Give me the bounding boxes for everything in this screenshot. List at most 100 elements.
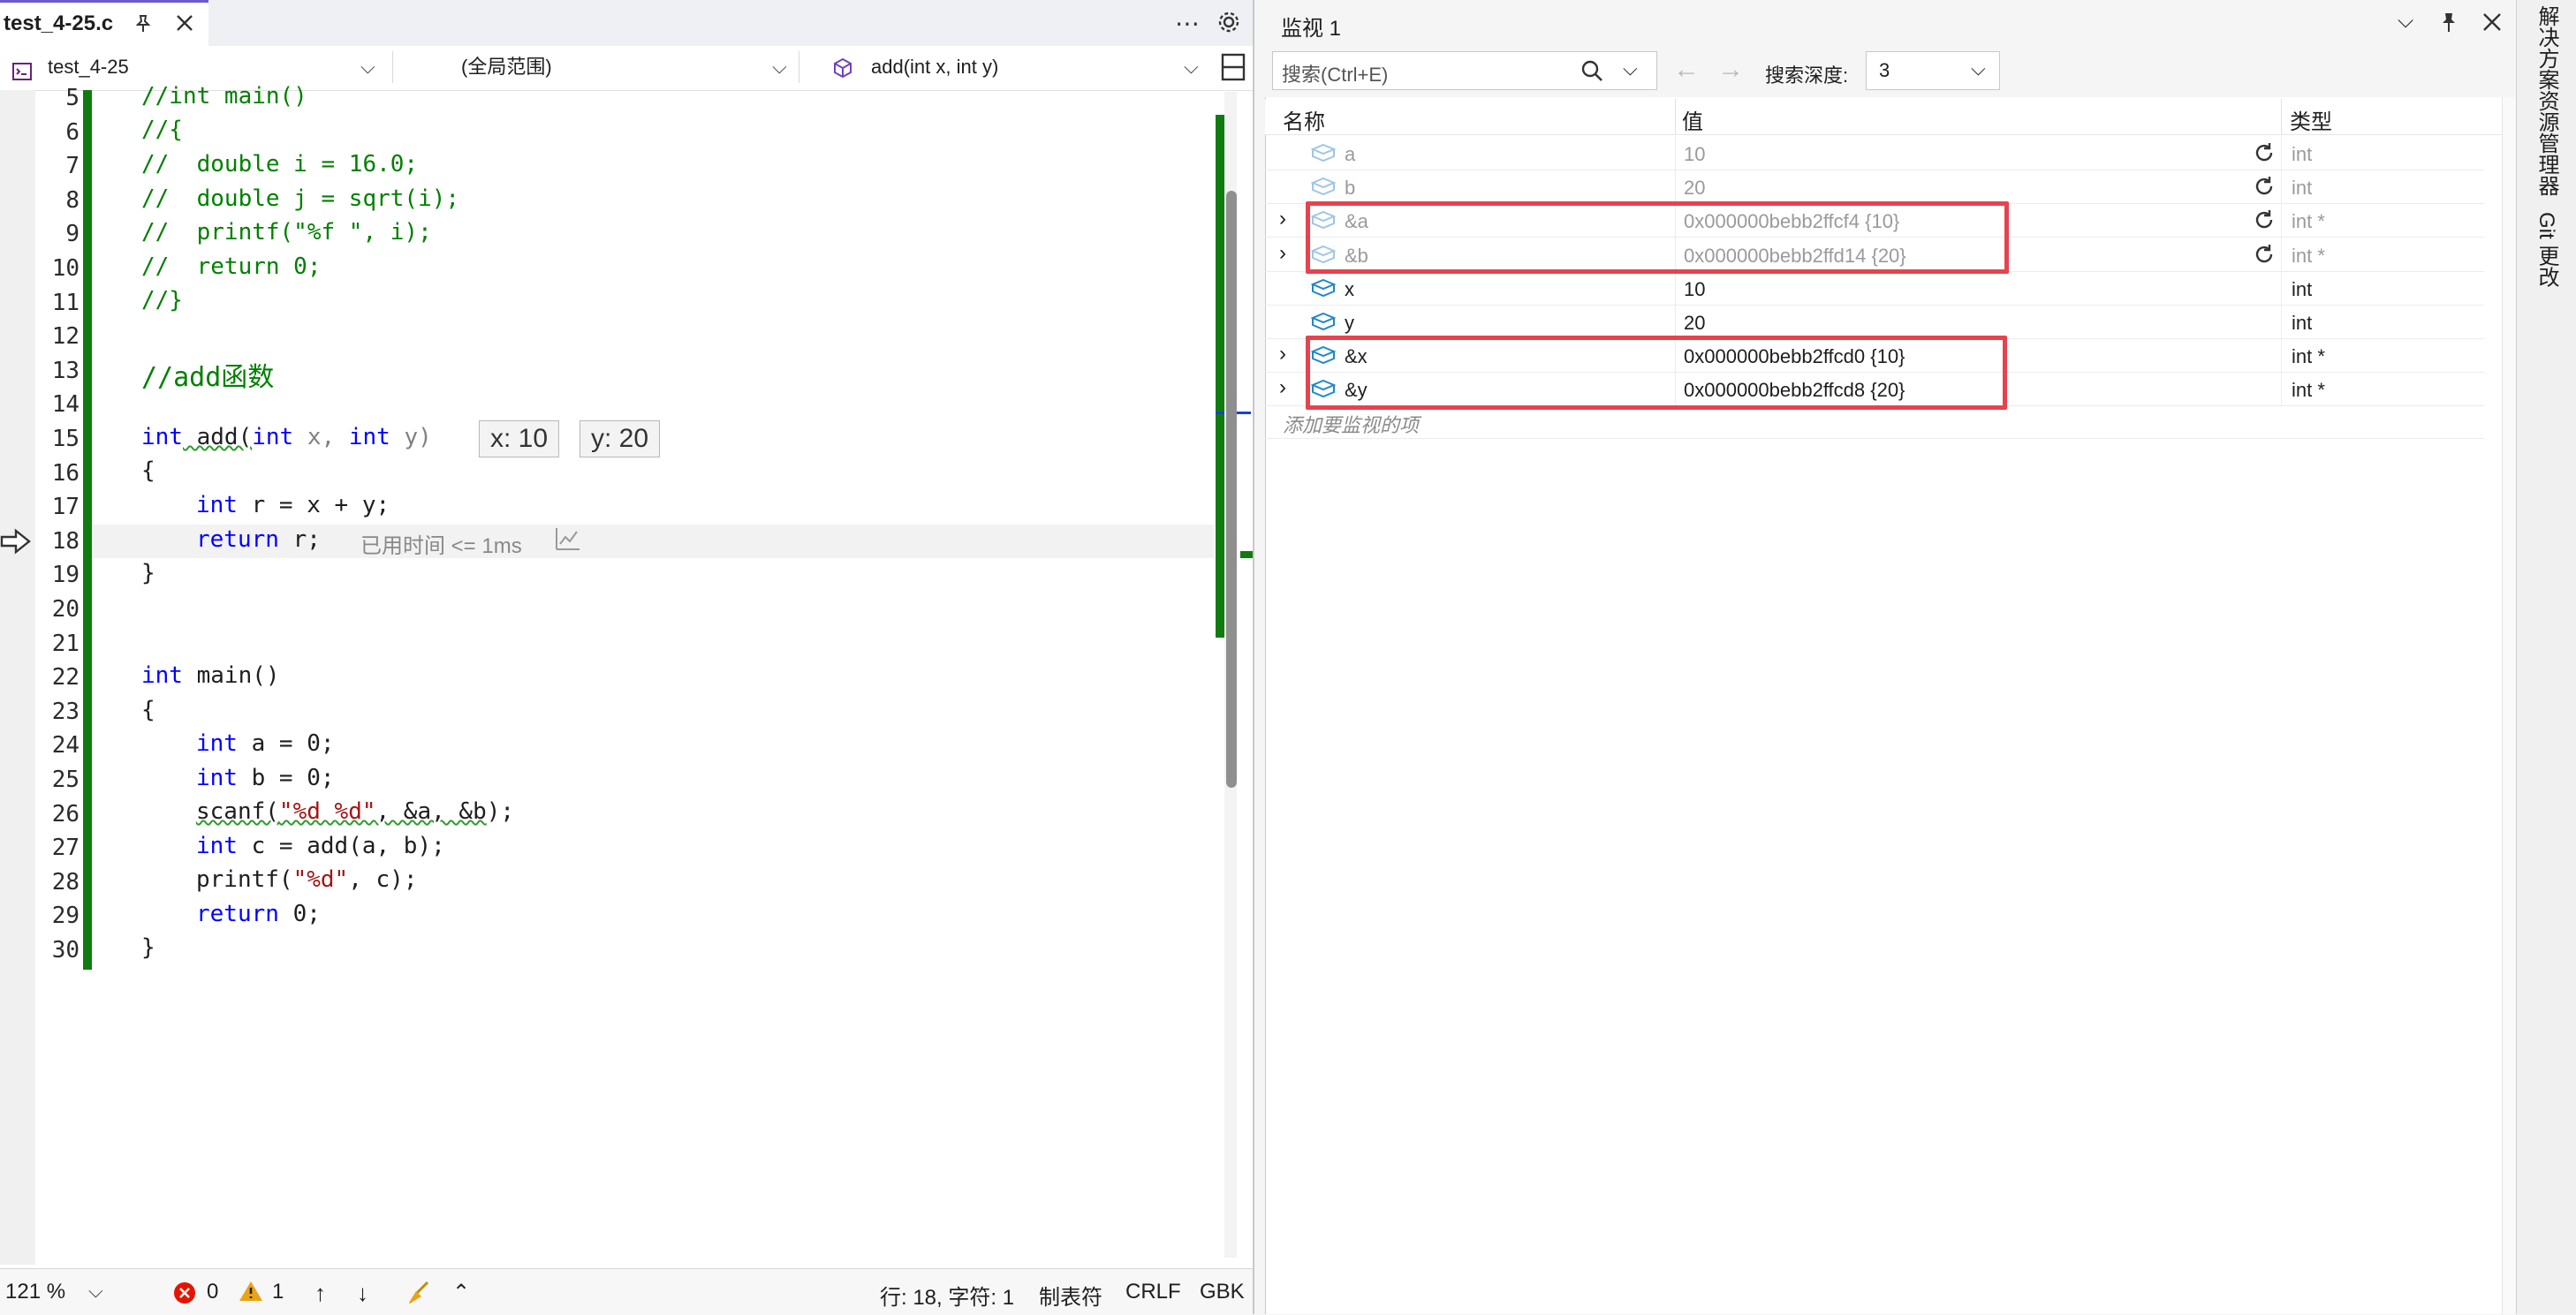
cell-divider [2281,136,2282,170]
inline-value-hint-x: x: 10 [479,420,560,457]
indent-mode[interactable]: 制表符 [1039,1280,1102,1311]
code-text: c = add(a, b); [237,833,445,859]
watch-row[interactable]: b 20 int [1265,170,2484,205]
column-divider[interactable] [2281,99,2282,134]
code-line-15[interactable]: int add(int x, int y) [141,424,432,450]
code-line-29[interactable]: return 0; [196,901,321,927]
watch-row[interactable]: y 20 int [1265,305,2484,339]
watch-search-input[interactable]: 搜索(Ctrl+E) ⌵ [1272,51,1657,90]
line-number: 28 [51,868,80,896]
line-number: 7 [65,153,80,180]
code-line-10[interactable]: // return 0; [141,253,322,280]
code-text: r = x + y; [237,492,390,518]
warning-icon[interactable] [239,1280,263,1309]
expand-chevron-icon[interactable]: › [1279,342,1286,367]
search-icon[interactable] [1580,59,1603,87]
refresh-icon[interactable] [2253,243,2276,271]
watch-value[interactable]: 10 [1684,143,1705,166]
expand-chevron-icon[interactable]: › [1279,241,1286,266]
code-line-25[interactable]: int b = 0; [196,765,335,791]
column-name[interactable]: 名称 [1283,104,1325,135]
watch-row[interactable]: a 10 int [1265,136,2484,170]
code-line-19[interactable]: } [141,560,155,586]
param: x, [293,424,349,450]
cell-divider [1675,305,1676,338]
code-line-22[interactable]: int main() [141,662,280,689]
keyword: int [348,424,390,450]
file-encoding[interactable]: GBK [1200,1280,1245,1304]
diagnostics-chart-icon[interactable] [555,526,581,555]
refresh-icon[interactable] [2253,141,2276,170]
scope-dropdown[interactable]: (全局范围) ⌵ [403,51,799,83]
search-depth-select[interactable]: 3 ⌵ [1866,51,2000,90]
code-line-8[interactable]: // double j = sqrt(i); [141,185,459,212]
forward-arrow-icon[interactable]: → [1717,55,1744,85]
cursor-position[interactable]: 行: 18, 字符: 1 [880,1280,1014,1311]
solution-explorer-tab[interactable]: 解决方案资源管理器 [2531,5,2562,196]
refresh-icon[interactable] [2253,175,2276,203]
function-dropdown[interactable]: add(int x, int y) ⌵ [813,51,1212,83]
chevron-down-icon[interactable]: ⌵ [2398,9,2413,34]
watch-vertical-scrollbar[interactable] [2502,97,2517,1314]
chevron-up-icon[interactable]: ⌃ [452,1280,470,1305]
chevron-down-icon[interactable]: ⌵ [1623,57,1638,80]
pin-icon[interactable] [133,13,154,40]
watch-row[interactable]: x 10 int [1265,270,2484,306]
code-line-30[interactable]: } [141,934,155,961]
code-line-16[interactable]: { [141,457,155,484]
line-number: 20 [51,596,80,623]
code-line-5[interactable]: //int main() [141,83,307,110]
close-icon[interactable] [2481,11,2504,40]
watch-value[interactable]: 20 [1684,312,1705,335]
code-line-11[interactable]: //} [141,287,183,314]
watch-value[interactable]: 20 [1684,177,1705,200]
column-divider[interactable] [1675,99,1676,134]
more-options-icon[interactable]: ⋯ [1175,9,1200,38]
gear-icon[interactable] [1217,11,1240,38]
refresh-icon[interactable] [2253,208,2276,237]
zoom-level[interactable]: 121 % [5,1280,65,1304]
code-line-6[interactable]: //{ [141,117,183,143]
line-number: 12 [51,323,80,351]
code-line-13[interactable]: //add函数 [141,355,274,394]
broom-icon[interactable] [406,1280,433,1312]
perf-tip-timing[interactable]: 已用时间 <= 1ms [360,528,522,559]
code-line-18[interactable]: return r; [196,526,321,553]
project-name: test_4-25 [48,56,129,78]
back-arrow-icon[interactable]: ← [1673,55,1700,85]
column-type[interactable]: 类型 [2290,104,2332,135]
watch-column-header: 名称 值 类型 [1265,99,2502,135]
error-icon[interactable] [173,1281,196,1311]
git-changes-tab[interactable]: Git 更改 [2531,212,2562,287]
project-dropdown[interactable]: test_4-25 ⌵ [0,51,393,83]
arrow-up-icon[interactable]: ↑ [314,1280,326,1307]
code-text: a = 0; [237,730,335,757]
variable-icon [1311,312,1336,331]
scrollbar-change-marker [1216,115,1224,638]
code-line-23[interactable]: { [141,697,155,723]
code-line-27[interactable]: int c = add(a, b); [196,833,445,859]
column-value[interactable]: 值 [1682,104,1703,135]
split-window-icon[interactable] [1221,53,1246,86]
cell-divider [2281,338,2282,373]
function-name: add( [182,424,253,450]
code-line-28[interactable]: printf("%d", c); [196,866,417,893]
code-line-17[interactable]: int r = x + y; [196,492,390,518]
watch-value[interactable]: 10 [1684,278,1705,301]
close-icon[interactable] [173,11,196,39]
line-ending[interactable]: CRLF [1125,1280,1181,1304]
chevron-down-icon[interactable]: ⌵ [88,1280,103,1303]
warning-count: 1 [272,1280,284,1304]
scrollbar-thumb[interactable] [1226,191,1237,788]
code-line-9[interactable]: // printf("%f ", i); [141,219,432,246]
line-number: 22 [51,664,80,692]
string-literal: "%d %d" [278,798,376,825]
expand-chevron-icon[interactable]: › [1279,375,1286,400]
expand-chevron-icon[interactable]: › [1279,207,1286,231]
pin-icon[interactable] [2438,11,2459,40]
code-line-7[interactable]: // double i = 16.0; [141,151,418,178]
tab-test-4-25[interactable]: test_4-25.c [0,0,208,46]
code-line-24[interactable]: int a = 0; [196,730,335,757]
code-line-26[interactable]: scanf("%d %d", &a, &b); [196,798,514,825]
arrow-down-icon[interactable]: ↓ [357,1280,368,1307]
